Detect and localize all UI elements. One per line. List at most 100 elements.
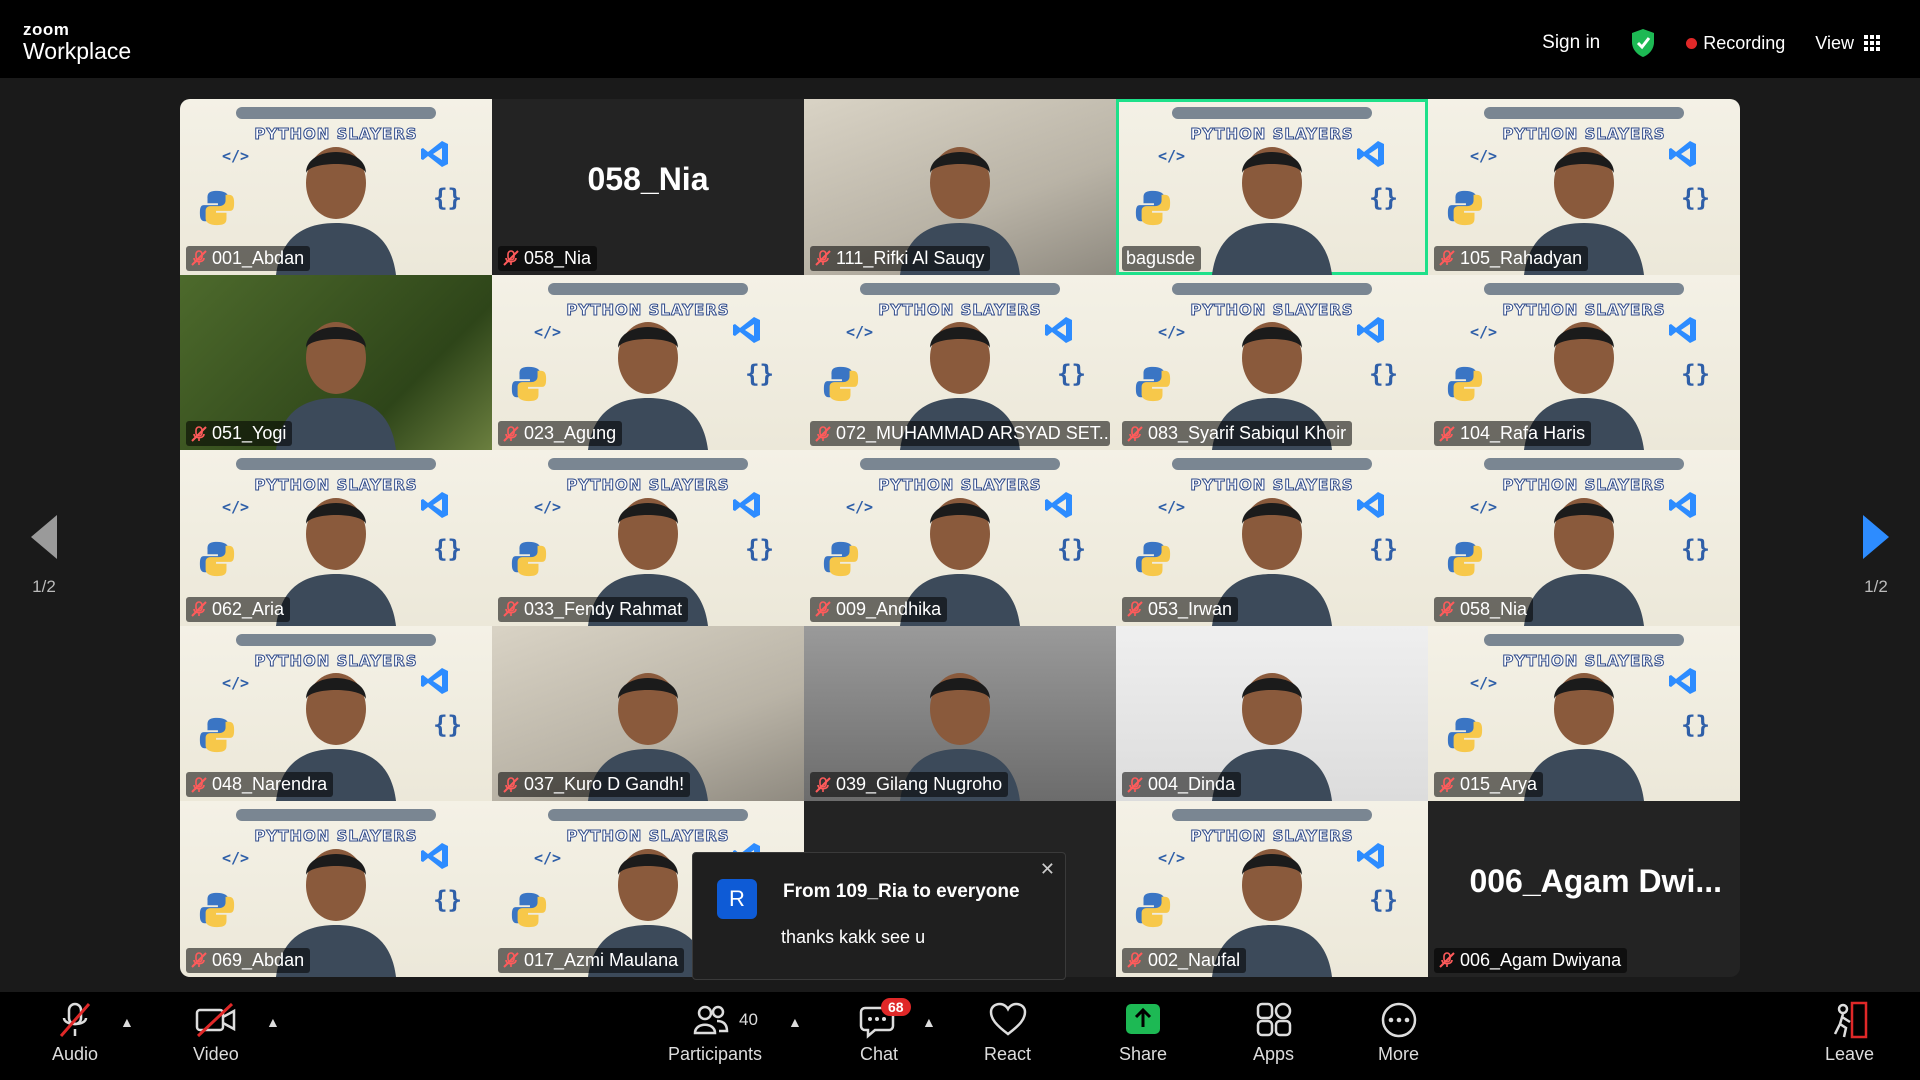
python-logo-icon: [1135, 542, 1171, 577]
participant-name: 006_Agam Dwiyana: [1460, 949, 1622, 970]
participant-name-label: 111_Rifki Al Sauqy: [810, 245, 991, 271]
audio-options-chevron-icon[interactable]: ▲: [120, 1014, 134, 1030]
participant-tile[interactable]: 006_Agam Dwi... 006_Agam Dwiyana: [1428, 801, 1740, 977]
participant-name-label: 004_Dinda: [1122, 772, 1242, 798]
participant-name-label: 037_Kuro D Gandh!: [498, 772, 691, 798]
participant-tile[interactable]: PYTHON SLAYERS{} </> 058_Nia: [1428, 450, 1740, 626]
vscode-logo-icon: [1357, 141, 1384, 167]
participant-tile[interactable]: PYTHON SLAYERS{} </> 104_Rafa Haris: [1428, 274, 1740, 451]
participant-name-label: 023_Agung: [498, 421, 623, 447]
participant-tile[interactable]: PYTHON SLAYERS{} </> 015_Arya: [1428, 625, 1740, 802]
participant-tile[interactable]: 111_Rifki Al Sauqy: [804, 99, 1116, 275]
brand-line1: zoom: [23, 20, 70, 39]
participant-tile[interactable]: PYTHON SLAYERS{} </> 009_Andhika: [804, 450, 1116, 626]
participant-tile[interactable]: PYTHON SLAYERS{} </> 033_Fendy Rahmat: [492, 450, 804, 626]
vscode-logo-icon: [1357, 843, 1384, 870]
muted-mic-icon: [1127, 777, 1143, 793]
participant-tile[interactable]: PYTHON SLAYERS{} </> 001_Abdan: [180, 99, 492, 275]
share-button[interactable]: Share: [1119, 1000, 1167, 1065]
muted-mic-icon: [503, 777, 519, 793]
code-tag-icon: </>: [1470, 147, 1498, 165]
grid-view-icon: [1864, 35, 1880, 51]
chat-options-chevron-icon[interactable]: ▲: [922, 1014, 936, 1030]
sender-avatar: R: [717, 879, 757, 919]
apps-button[interactable]: Apps: [1253, 1000, 1294, 1065]
apps-icon: [1256, 1002, 1291, 1037]
leave-door-icon: [1833, 1001, 1867, 1039]
audio-button[interactable]: Audio: [52, 1000, 98, 1065]
participant-tile[interactable]: PYTHON SLAYERS{} </> 105_Rahadyan: [1428, 99, 1740, 275]
share-label: Share: [1119, 1044, 1168, 1064]
participant-name: 002_Naufal: [1148, 949, 1241, 970]
participant-name-label: 062_Aria: [186, 596, 291, 622]
code-tag-icon: </>: [1470, 498, 1498, 517]
recording-indicator[interactable]: Recording: [1686, 33, 1785, 54]
participant-name-label: 009_Andhika: [810, 596, 948, 622]
python-logo-icon: [1135, 366, 1171, 401]
leave-button[interactable]: Leave: [1825, 1000, 1874, 1065]
participant-tile[interactable]: 004_Dinda: [1116, 625, 1428, 802]
python-logo-icon: [1447, 542, 1483, 577]
audio-label: Audio: [52, 1044, 99, 1064]
heart-icon: [989, 1002, 1026, 1036]
participant-tile[interactable]: 051_Yogi: [180, 274, 492, 451]
view-button[interactable]: View: [1815, 33, 1880, 54]
muted-mic-icon: [1127, 952, 1143, 969]
code-tag-icon: </>: [1158, 498, 1186, 517]
participant-tile[interactable]: PYTHON SLAYERS{} </> 069_Abdan: [180, 801, 492, 977]
close-icon[interactable]: ✕: [1040, 859, 1055, 880]
participant-tile[interactable]: 039_Gilang Nugroho: [804, 625, 1116, 802]
next-page-button[interactable]: 1/2: [1846, 515, 1906, 597]
participant-tile[interactable]: PYTHON SLAYERS{} </> 002_Naufal: [1116, 801, 1428, 977]
chat-notification[interactable]: R From 109_Ria to everyone thanks kakk s…: [692, 852, 1066, 980]
participant-name: 039_Gilang Nugroho: [836, 774, 1003, 795]
participant-video: [1524, 497, 1644, 626]
participant-tile[interactable]: 037_Kuro D Gandh!: [492, 625, 804, 802]
participant-name: bagusde: [1126, 247, 1196, 268]
slide-banner: [236, 107, 436, 119]
slide-banner: [1484, 633, 1684, 646]
code-braces-icon: {}: [1369, 184, 1398, 212]
participant-name-label: 105_Rahadyan: [1434, 245, 1589, 271]
vscode-logo-icon: [421, 667, 448, 694]
participants-icon: [693, 1005, 729, 1035]
security-shield-icon[interactable]: [1630, 28, 1656, 58]
code-braces-icon: {}: [1369, 359, 1398, 388]
participant-name: 051_Yogi: [212, 423, 287, 444]
vscode-logo-icon: [1669, 141, 1696, 167]
participant-tile[interactable]: PYTHON SLAYERS{} </> 053_Irwan: [1116, 450, 1428, 626]
vscode-logo-icon: [1669, 316, 1696, 343]
slide-banner: [236, 458, 436, 471]
muted-mic-icon: [1439, 425, 1455, 442]
participants-button[interactable]: 40 Participants: [665, 1000, 765, 1065]
participant-tile[interactable]: PYTHON SLAYERS{} </> 023_Agung: [492, 274, 804, 451]
code-tag-icon: </>: [222, 849, 250, 868]
participant-name-label: bagusde: [1122, 245, 1202, 271]
prev-page-button[interactable]: 1/2: [14, 515, 74, 597]
vscode-logo-icon: [421, 843, 448, 870]
participant-name-large: 006_Agam Dwi...: [1469, 863, 1722, 900]
microphone-muted-icon: [59, 1002, 91, 1037]
vscode-logo-icon: [1669, 492, 1696, 519]
participants-options-chevron-icon[interactable]: ▲: [788, 1014, 802, 1030]
participant-tile[interactable]: PYTHON SLAYERS{} </> 062_Aria: [180, 450, 492, 626]
more-button[interactable]: More: [1378, 1000, 1419, 1065]
participant-name: 062_Aria: [212, 598, 285, 619]
video-options-chevron-icon[interactable]: ▲: [266, 1014, 280, 1030]
participant-name-label: 039_Gilang Nugroho: [810, 772, 1009, 798]
sign-in-link[interactable]: Sign in: [1542, 32, 1600, 54]
participant-tile[interactable]: PYTHON SLAYERS{} </> 083_Syarif Sabiqul Kh…: [1116, 274, 1428, 451]
chat-button[interactable]: 68 Chat: [859, 998, 911, 1065]
chat-sender: From 109_Ria to everyone: [783, 881, 1020, 902]
participant-video: [1212, 146, 1332, 275]
participant-tile[interactable]: PYTHON SLAYERS{} </> bagusde: [1116, 99, 1428, 275]
page-indicator-left: 1/2: [32, 577, 56, 596]
participant-tile[interactable]: PYTHON SLAYERS{} </> 048_Narendra: [180, 625, 492, 802]
participant-name-label: 017_Azmi Maulana: [498, 947, 685, 973]
participant-tile[interactable]: PYTHON SLAYERS{} </> 072_MUHAMMAD ARSYAD S…: [804, 274, 1116, 451]
participant-tile[interactable]: 058_Nia 058_Nia: [492, 99, 804, 275]
participant-name-large: 058_Nia: [587, 161, 709, 197]
video-button[interactable]: Video: [193, 1000, 239, 1065]
react-button[interactable]: React: [984, 1000, 1031, 1065]
muted-mic-icon: [1439, 601, 1455, 617]
